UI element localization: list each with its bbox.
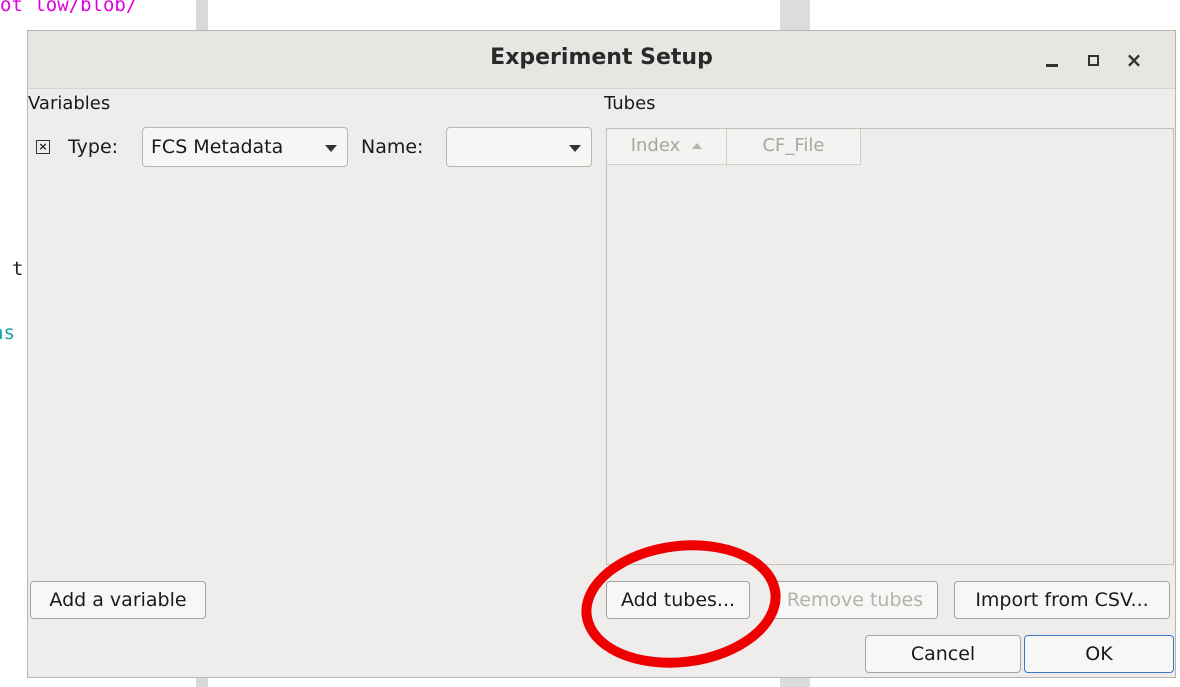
name-label: Name: [361, 136, 424, 158]
remove-tubes-button[interactable]: Remove tubes [772, 581, 938, 619]
chevron-down-icon [569, 145, 581, 152]
add-tubes-button[interactable]: Add tubes... [606, 581, 750, 619]
maximize-button[interactable] [1080, 47, 1106, 73]
cancel-button[interactable]: Cancel [865, 635, 1021, 673]
name-dropdown[interactable] [446, 127, 592, 167]
dialog-title: Experiment Setup [490, 45, 713, 70]
dialog-titlebar[interactable]: Experiment Setup × [28, 31, 1175, 89]
column-header-label: CF_File [762, 135, 825, 156]
ok-button[interactable]: OK [1024, 635, 1174, 673]
column-header-index[interactable]: Index [607, 129, 727, 165]
type-dropdown[interactable]: FCS Metadata [142, 127, 348, 167]
tubes-section-label: Tubes [604, 93, 656, 114]
delete-variable-icon[interactable]: × [36, 140, 50, 154]
type-dropdown-value: FCS Metadata [151, 136, 284, 158]
background-code-fragment: ot low/blob/ [0, 0, 138, 16]
variables-section-label: Variables [28, 93, 111, 114]
add-variable-button[interactable]: Add a variable [30, 581, 206, 619]
minimize-icon [1046, 64, 1058, 67]
close-button[interactable]: × [1121, 47, 1147, 73]
column-header-label: Index [630, 135, 681, 156]
tubes-table[interactable]: Index CF_File [606, 128, 1174, 565]
experiment-setup-dialog: Experiment Setup × Variables Tubes × Typ… [27, 30, 1176, 679]
import-csv-button[interactable]: Import from CSV... [954, 581, 1170, 619]
column-header-cf-file[interactable]: CF_File [727, 129, 861, 165]
type-label: Type: [68, 136, 119, 158]
sort-ascending-icon [692, 143, 703, 149]
background-code-fragment: as [0, 322, 15, 344]
chevron-down-icon [325, 145, 337, 152]
background-code-fragment: t [12, 258, 24, 280]
maximize-icon [1087, 55, 1099, 66]
minimize-button[interactable] [1039, 47, 1065, 73]
